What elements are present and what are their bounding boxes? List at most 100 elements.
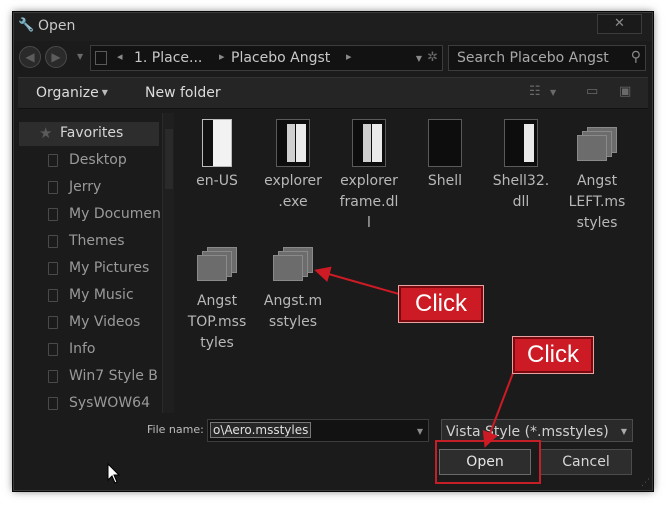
file-name-line: dll bbox=[512, 194, 530, 210]
file-name: Shell bbox=[427, 173, 463, 189]
click-callout: Click bbox=[398, 285, 484, 323]
sidebar-item-themes[interactable]: Themes bbox=[18, 230, 161, 254]
file-name-line: explorer bbox=[264, 173, 322, 189]
chevron-down-icon: ▼ bbox=[101, 88, 108, 97]
sidebar-item-win7-style-builder[interactable]: Win7 Style B bbox=[18, 365, 161, 389]
file-name-line: sstyles bbox=[268, 314, 318, 330]
refresh-icon[interactable]: ✲ bbox=[427, 50, 438, 65]
sidebar-item-label: Jerry bbox=[69, 179, 102, 195]
open-button-highlight bbox=[435, 440, 541, 484]
new-folder-button[interactable]: New folder bbox=[145, 85, 221, 101]
breadcrumb-separator-icon[interactable]: ▸ bbox=[219, 50, 225, 63]
navigation-pane: ★ Favorites Desktop Jerry My Documen The… bbox=[18, 113, 161, 413]
file-type-value: Vista Style (*.msstyles) bbox=[446, 424, 609, 440]
address-bar[interactable]: ◂ 1. Place... ▸ Placebo Angst ▸ ▼ ✲ bbox=[90, 45, 443, 71]
preview-pane-icon[interactable]: ▭ bbox=[586, 84, 598, 99]
sidebar-item-syswow64[interactable]: SysWOW64 bbox=[18, 392, 161, 413]
wrench-icon: 🔧 bbox=[18, 18, 35, 33]
file-item-angst-left-msstyles[interactable]: Angst LEFT.ms styles bbox=[559, 113, 635, 234]
file-name-line: Angst bbox=[196, 293, 238, 309]
file-item-explorer-exe[interactable]: explorer .exe bbox=[255, 113, 331, 213]
sidebar-item-my-documents[interactable]: My Documen bbox=[18, 203, 161, 227]
file-name-line: tyles bbox=[200, 335, 234, 351]
file-name: en-US bbox=[196, 173, 238, 189]
folder-icon bbox=[48, 316, 58, 329]
file-type-select[interactable]: Vista Style (*.msstyles) ▼ bbox=[441, 419, 633, 442]
file-item-angst-top-msstyles[interactable]: Angst TOP.mss tyles bbox=[179, 233, 255, 354]
sidebar-favorites-label: Favorites bbox=[60, 125, 124, 141]
sidebar-item-favorites[interactable]: ★ Favorites bbox=[19, 122, 159, 146]
chevron-down-icon[interactable]: ▼ bbox=[416, 54, 422, 63]
dll-icon bbox=[504, 119, 538, 167]
breadcrumb-separator-icon[interactable]: ▸ bbox=[346, 50, 352, 63]
forward-button[interactable]: ▶ bbox=[45, 46, 67, 68]
file-name-line: Angst bbox=[576, 173, 618, 189]
file-item-explorerframe-dll[interactable]: explorer frame.dl l bbox=[331, 113, 407, 234]
file-name-line: LEFT.ms bbox=[568, 194, 626, 210]
sidebar-item-info[interactable]: Info bbox=[18, 338, 161, 362]
breadcrumb-item[interactable]: Placebo Angst bbox=[231, 50, 330, 66]
file-name-line: styles bbox=[576, 215, 618, 231]
sidebar-item-my-videos[interactable]: My Videos bbox=[18, 311, 161, 335]
folder-icon bbox=[48, 235, 58, 248]
sidebar-item-desktop[interactable]: Desktop bbox=[18, 149, 161, 173]
click-callout: Click bbox=[512, 336, 594, 374]
file-item-angst-msstyles[interactable]: Angst.m sstyles bbox=[255, 233, 331, 333]
folder-icon bbox=[48, 370, 58, 383]
close-button[interactable]: ✕ bbox=[597, 14, 642, 34]
file-name-line: .exe bbox=[278, 194, 308, 210]
organize-button[interactable]: Organize ▼ bbox=[36, 85, 108, 101]
search-placeholder: Search Placebo Angst bbox=[457, 50, 609, 66]
breadcrumb-item[interactable]: 1. Place... bbox=[134, 50, 202, 66]
resize-grip-icon[interactable]: ⋰ bbox=[641, 478, 650, 488]
recent-locations-dropdown[interactable]: ▼ bbox=[77, 52, 83, 61]
folder-dark-icon bbox=[428, 119, 462, 167]
sidebar-item-label: Info bbox=[69, 341, 96, 357]
msstyles-icon bbox=[577, 127, 617, 161]
folder-icon bbox=[48, 181, 58, 194]
file-name-line: l bbox=[367, 215, 371, 231]
file-name-label: File name: bbox=[147, 423, 204, 436]
file-item-shell32-dll[interactable]: Shell32. dll bbox=[483, 113, 559, 213]
application-icon bbox=[276, 119, 310, 167]
breadcrumb-separator-icon[interactable]: ◂ bbox=[117, 50, 123, 63]
file-item-en-us[interactable]: en-US bbox=[179, 113, 255, 192]
sidebar-item-label: Desktop bbox=[69, 152, 127, 168]
sidebar-item-jerry[interactable]: Jerry bbox=[18, 176, 161, 200]
file-name-field[interactable]: o\Aero.msstyles ▼ bbox=[207, 419, 429, 442]
star-icon: ★ bbox=[39, 124, 53, 142]
folder-icon bbox=[95, 51, 107, 65]
chevron-down-icon[interactable]: ▼ bbox=[621, 427, 627, 436]
file-name-line: Angst.m bbox=[263, 293, 323, 309]
sidebar-item-label: SysWOW64 bbox=[69, 395, 150, 411]
folder-icon bbox=[48, 262, 58, 275]
scrollbar-thumb[interactable] bbox=[165, 129, 173, 189]
file-name-line: explorer bbox=[340, 173, 398, 189]
sidebar-scrollbar[interactable] bbox=[162, 113, 174, 413]
sidebar-item-label: My Documen bbox=[69, 206, 161, 222]
chevron-down-icon[interactable]: ▼ bbox=[417, 427, 423, 436]
file-item-shell[interactable]: Shell bbox=[407, 113, 483, 192]
file-name-line: frame.dl bbox=[339, 194, 399, 210]
chevron-down-icon[interactable]: ▼ bbox=[550, 88, 556, 97]
help-icon[interactable]: ▣ bbox=[619, 84, 631, 99]
navigation-bar: ◀ ▶ ▼ ◂ 1. Place... ▸ Placebo Angst ▸ ▼ … bbox=[14, 43, 652, 73]
cancel-button[interactable]: Cancel bbox=[540, 449, 632, 475]
change-view-icon[interactable]: ☷ bbox=[529, 84, 541, 99]
sidebar-item-my-music[interactable]: My Music bbox=[18, 284, 161, 308]
command-bar: Organize ▼ New folder ☷ ▼ ▭ ▣ bbox=[18, 77, 648, 109]
folder-icon bbox=[48, 289, 58, 302]
folder-icon bbox=[48, 208, 58, 221]
organize-label: Organize bbox=[36, 85, 99, 101]
file-name-value: o\Aero.msstyles bbox=[209, 422, 312, 438]
document-icon bbox=[202, 119, 232, 167]
search-icon[interactable]: ⚲ bbox=[631, 49, 641, 65]
sidebar-item-label: My Pictures bbox=[69, 260, 150, 276]
sidebar-item-my-pictures[interactable]: My Pictures bbox=[18, 257, 161, 281]
file-name-line: Shell32. bbox=[492, 173, 550, 189]
back-button[interactable]: ◀ bbox=[19, 46, 41, 68]
msstyles-icon bbox=[197, 247, 237, 281]
search-input[interactable]: Search Placebo Angst ⚲ bbox=[448, 45, 646, 71]
mouse-cursor-icon bbox=[107, 463, 121, 484]
open-dialog: 🔧 Open ✕ ◀ ▶ ▼ ◂ 1. Place... ▸ Placebo A… bbox=[13, 12, 653, 491]
